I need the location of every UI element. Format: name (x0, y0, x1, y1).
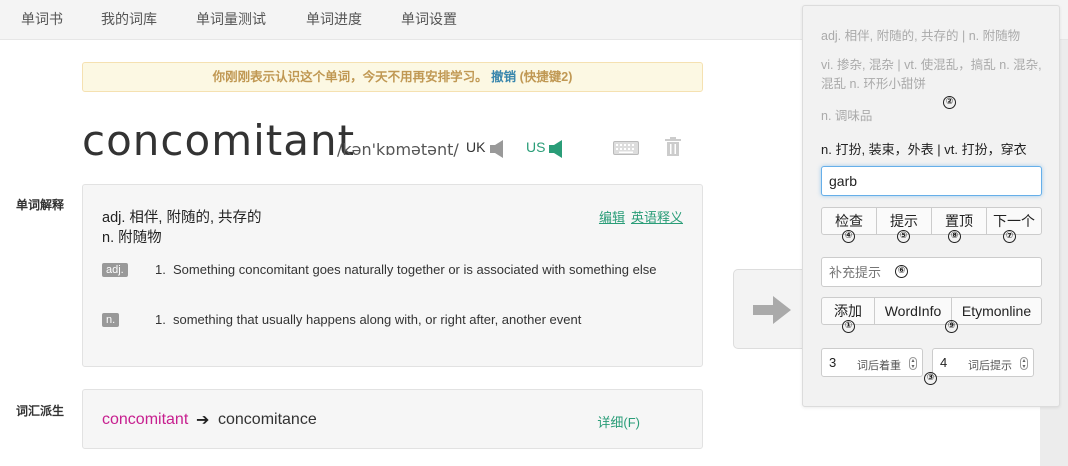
undo-shortcut: (快捷键2) (519, 70, 573, 84)
arrow-right-icon (753, 296, 791, 324)
pin-top-button[interactable]: 置顶 (931, 207, 987, 235)
shortcut-marker: ③ (924, 372, 937, 385)
shortcut-marker: ② (943, 96, 956, 109)
stepper-label: 词后着重 (857, 360, 901, 372)
helper-panel: adj. 相伴, 附随的, 共存的 | n. 附随物 vi. 掺杂, 混杂 | … (802, 5, 1060, 407)
definition-box: adj. 相伴, 附随的, 共存的 n. 附随物 编辑 英语释义 adj. 1. … (82, 184, 703, 367)
nav-word-progress[interactable]: 单词进度 (306, 9, 362, 29)
nav-wordbook[interactable]: 单词书 (21, 9, 63, 29)
uk-speaker-icon[interactable] (489, 139, 507, 159)
pos-badge: n. (102, 313, 120, 327)
nav-word-settings[interactable]: 单词设置 (401, 9, 457, 29)
nav-vocab-test[interactable]: 单词量测试 (196, 9, 266, 29)
sense-text: Something concomitant goes naturally tog… (173, 262, 657, 277)
hint-meaning-3: n. 调味品 (821, 109, 873, 123)
extra-hint-input[interactable] (821, 257, 1042, 287)
phonetic: /kən'kɒmətənt/ (337, 140, 459, 159)
derivative-arrow-icon: ➔ (196, 412, 210, 429)
derivative-target-word: concomitance (218, 411, 317, 428)
word-title: concomitant (82, 116, 356, 165)
derivative-detail-link[interactable]: 详细(F) (597, 412, 640, 431)
shortcut-marker: ⑨ (945, 320, 958, 333)
undo-link[interactable]: 撤销 (491, 70, 516, 84)
definition-cn-line1: adj. 相伴, 附随的, 共存的 (102, 210, 262, 226)
sense-number: 1. (155, 262, 166, 277)
definition-label: 单词解释 (16, 198, 65, 212)
definition-cn-line2: n. 附随物 (102, 230, 162, 246)
spinner-icon[interactable]: ▴ ▾ (1020, 357, 1028, 370)
next-word-button[interactable] (733, 269, 813, 349)
tool-buttons: 添加 WordInfo Etymonline (821, 297, 1042, 325)
answer-input[interactable] (821, 166, 1042, 196)
stepper-value: 4 (940, 355, 948, 370)
emphasis-stepper[interactable]: 3 词后着重 ▴ ▾ (821, 348, 923, 377)
sense-number: 1. (155, 312, 166, 327)
edit-link[interactable]: 编辑 (599, 210, 625, 225)
notice-bar: 你刚刚表示认识这个单词，今天不用再安排学习。 撤销 (快捷键2) (82, 62, 703, 92)
stepper-value: 3 (829, 355, 837, 370)
hint-meaning-2: vi. 掺杂, 混杂 | vt. 使混乱，搞乱 n. 混杂, 混乱 n. 环形小… (821, 58, 1042, 91)
definition-links: 编辑 英语释义 (593, 207, 683, 226)
derivatives-label: 词汇派生 (16, 404, 65, 418)
uk-label: UK (466, 139, 486, 155)
stepper-label: 词后提示 (968, 360, 1012, 372)
us-speaker-icon[interactable] (548, 139, 566, 159)
next-button[interactable]: 下一个 (986, 207, 1042, 235)
hint-count-stepper[interactable]: 4 词后提示 ▴ ▾ (932, 348, 1034, 377)
derivative-source-word[interactable]: concomitant (102, 411, 188, 429)
derivatives-box: concomitant ➔ concomitance 详细(F) (82, 389, 703, 449)
wordinfo-button[interactable]: WordInfo (874, 297, 952, 325)
shortcut-marker: ⑥ (895, 265, 908, 278)
notice-text: 你刚刚表示认识这个单词，今天不用再安排学习。 (212, 70, 488, 84)
shortcut-marker: ① (842, 320, 855, 333)
pos-badge: adj. (102, 263, 128, 277)
us-label: US (526, 139, 546, 155)
keyboard-icon[interactable] (613, 141, 639, 155)
hint-meaning-1: adj. 相伴, 附随的, 共存的 | n. 附随物 (821, 29, 1021, 43)
trash-icon[interactable] (664, 137, 682, 157)
english-def-link[interactable]: 英语释义 (631, 210, 683, 225)
spinner-icon[interactable]: ▴ ▾ (909, 357, 917, 370)
nav-my-vocab[interactable]: 我的词库 (101, 9, 157, 29)
shortcut-marker: ④ (842, 230, 855, 243)
current-meaning: n. 打扮, 装束，外表 | vt. 打扮，穿衣 (821, 142, 1027, 157)
etymonline-button[interactable]: Etymonline (951, 297, 1042, 325)
shortcut-marker: ⑧ (948, 230, 961, 243)
sense-text: something that usually happens along wit… (173, 312, 582, 327)
shortcut-marker: ⑤ (897, 230, 910, 243)
shortcut-marker: ⑦ (1003, 230, 1016, 243)
